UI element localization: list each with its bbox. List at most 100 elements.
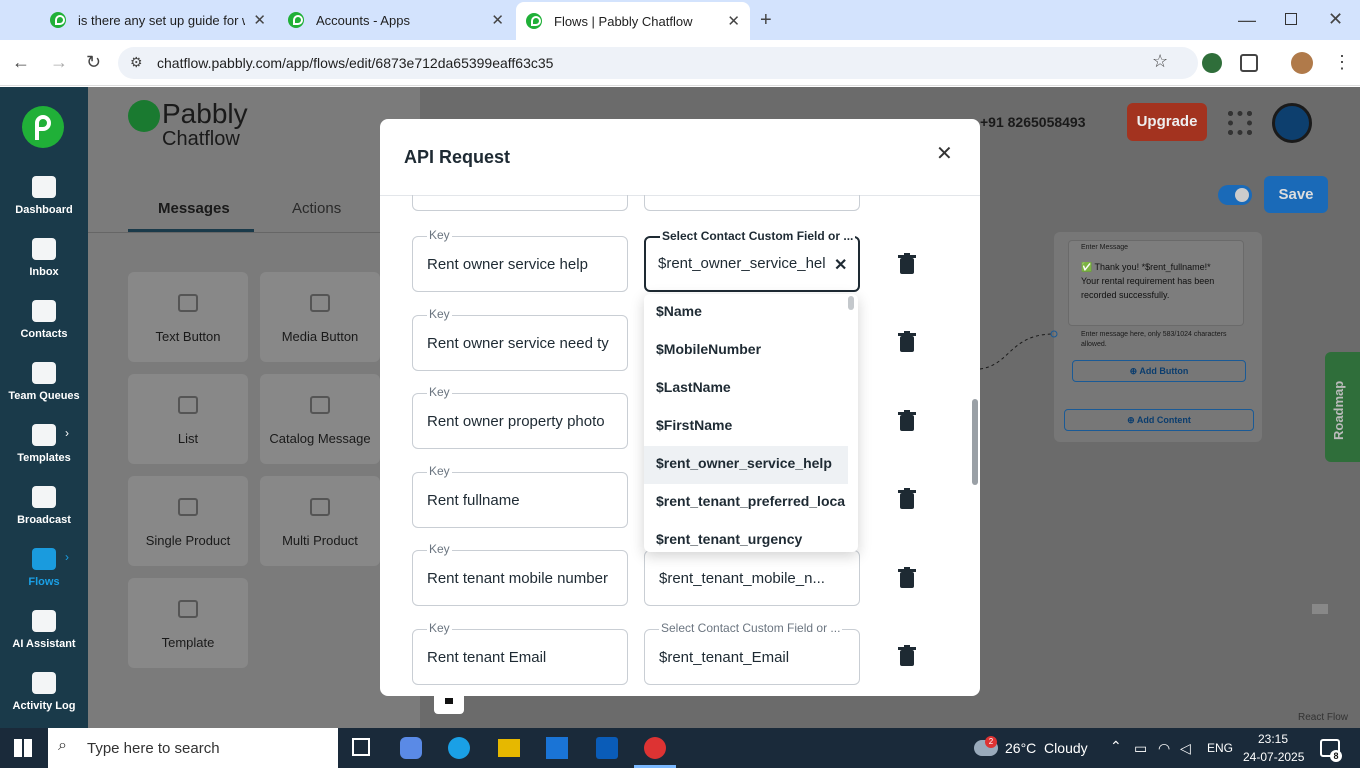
dropdown-scrollbar[interactable] [848, 296, 854, 310]
upgrade-button[interactable]: Upgrade [1127, 103, 1207, 141]
clock-time[interactable]: 23:15 [1258, 732, 1288, 746]
api-request-modal: API Request ✕ Key Rent owner service help… [380, 119, 980, 696]
weather-text[interactable]: 26°C Cloudy [1005, 740, 1088, 756]
apps-grid-icon[interactable] [1228, 111, 1252, 135]
close-icon[interactable]: ✕ [936, 141, 953, 166]
sidebar-item-flows[interactable]: Flows [0, 548, 88, 588]
trash-icon[interactable] [898, 488, 916, 510]
flow-active-toggle[interactable] [1218, 185, 1252, 205]
close-tab-icon[interactable]: ✕ [253, 11, 266, 29]
key-value: Rent owner service need ty [427, 335, 609, 352]
minimize-icon[interactable]: — [1238, 10, 1256, 31]
new-tab-icon[interactable]: + [760, 9, 772, 32]
close-tab-icon[interactable]: ✕ [727, 12, 740, 30]
tile-multi-product[interactable]: Multi Product [260, 476, 380, 566]
volume-icon[interactable]: ◁ [1180, 740, 1191, 757]
save-button[interactable]: Save [1264, 176, 1328, 213]
browser-tab-2[interactable]: Accounts - Apps ✕ [278, 4, 514, 36]
dropdown-option[interactable]: $rent_tenant_urgency [644, 522, 848, 552]
reload-icon[interactable]: ↻ [86, 52, 101, 73]
tab-title: Flows | Pabbly Chatflow [554, 13, 693, 29]
trash-icon[interactable] [898, 645, 916, 667]
windows-start-icon[interactable] [14, 739, 32, 757]
sidebar-item-inbox[interactable]: Inbox [0, 238, 88, 278]
tile-single-product[interactable]: Single Product [128, 476, 248, 566]
profile-avatar[interactable] [1291, 52, 1313, 74]
dropdown-option[interactable]: $FirstName [644, 408, 848, 446]
outlook-icon[interactable] [596, 737, 618, 759]
wifi-icon[interactable]: ◠ [1158, 740, 1170, 757]
tab-actions[interactable]: Actions [292, 200, 341, 217]
catalog-icon [310, 396, 330, 414]
value-field-focused[interactable]: Select Contact Custom Field or ... $rent_… [644, 229, 860, 292]
clock-date[interactable]: 24-07-2025 [1243, 750, 1304, 764]
key-field[interactable]: Key Rent tenant Email [412, 621, 628, 685]
tile-catalog-message[interactable]: Catalog Message [260, 374, 380, 464]
file-explorer-icon[interactable] [498, 739, 520, 757]
dropdown-option[interactable]: $MobileNumber [644, 332, 848, 370]
meet-icon[interactable]: ▭ [1134, 740, 1147, 757]
value-text: $rent_tenant_mobile_n... [659, 570, 825, 587]
sidebar-label: Contacts [20, 328, 68, 340]
value-field[interactable]: $rent_tenant_mobile_n... [644, 550, 860, 606]
clear-icon[interactable]: ✕ [834, 255, 847, 275]
sidebar-item-activity-log[interactable]: Activity Log [0, 672, 88, 712]
dropdown-option[interactable]: $Name [644, 294, 848, 332]
sidebar-item-templates[interactable]: Templates [0, 424, 88, 464]
tile-template[interactable]: Template [128, 578, 248, 668]
sidebar-item-contacts[interactable]: Contacts [0, 300, 88, 340]
edge-icon[interactable] [448, 737, 470, 759]
sidebar-item-broadcast[interactable]: Broadcast [0, 486, 88, 526]
sidebar-item-team-queues[interactable]: Team Queues [0, 362, 88, 402]
key-field[interactable]: Key Rent owner property photo [412, 385, 628, 449]
trash-icon[interactable] [898, 331, 916, 353]
power-profile-icon[interactable] [1272, 103, 1312, 143]
back-icon[interactable]: ← [12, 52, 30, 73]
restore-icon[interactable] [1285, 13, 1297, 25]
key-field[interactable]: Key Rent owner service help [412, 228, 628, 292]
forward-icon[interactable]: → [50, 52, 68, 73]
site-info-icon[interactable]: ⚙ [130, 54, 143, 71]
react-flow-attribution[interactable]: React Flow [1298, 712, 1348, 723]
tile-text-button[interactable]: Text Button [128, 272, 248, 362]
browser-menu-icon[interactable]: ⋮ [1333, 52, 1351, 73]
value-field[interactable]: Select Contact Custom Field or ... $rent_… [644, 621, 860, 685]
dropdown-option-selected[interactable]: $rent_owner_service_help [644, 446, 848, 484]
dropdown-option[interactable]: $rent_tenant_preferred_loca [644, 484, 848, 522]
trash-icon[interactable] [898, 567, 916, 589]
trash-icon[interactable] [898, 410, 916, 432]
close-tab-icon[interactable]: ✕ [491, 11, 504, 29]
language-indicator[interactable]: ENG [1207, 741, 1233, 755]
add-button[interactable]: ⊕ Add Button [1072, 360, 1246, 382]
modal-scrollbar[interactable] [972, 399, 978, 485]
url-text[interactable]: chatflow.pabbly.com/app/flows/edit/6873e… [157, 55, 553, 71]
value-field-partial[interactable] [644, 195, 860, 211]
tile-media-button[interactable]: Media Button [260, 272, 380, 362]
add-content-button[interactable]: ⊕ Add Content [1064, 409, 1254, 431]
key-field[interactable]: Key Rent tenant mobile number [412, 542, 628, 606]
sidebar-item-dashboard[interactable]: Dashboard [0, 176, 88, 216]
taskbar-search[interactable]: ⌕ Type here to search [48, 728, 338, 768]
extensions-puzzle-icon[interactable] [1240, 54, 1258, 72]
extension-icon[interactable] [1202, 53, 1222, 73]
key-field[interactable]: Key Rent fullname [412, 464, 628, 528]
key-field-partial[interactable] [412, 195, 628, 211]
sidebar-item-ai-assistant[interactable]: AI Assistant [0, 610, 88, 650]
close-window-icon[interactable]: ✕ [1328, 9, 1343, 30]
chevron-up-icon[interactable]: ⌃ [1110, 738, 1122, 755]
bookmark-star-icon[interactable]: ☆ [1152, 51, 1168, 72]
task-view-icon[interactable] [352, 738, 370, 756]
tile-list[interactable]: List [128, 374, 248, 464]
copilot-icon[interactable] [400, 737, 422, 759]
browser-tab-1[interactable]: is there any set up guide for we ✕ [40, 4, 276, 36]
team-icon [32, 362, 56, 384]
trash-icon[interactable] [898, 253, 916, 275]
tab-messages[interactable]: Messages [158, 200, 230, 217]
chrome-icon[interactable] [644, 737, 666, 759]
browser-tab-3-active[interactable]: Flows | Pabbly Chatflow ✕ [516, 2, 750, 40]
dropdown-option[interactable]: $LastName [644, 370, 848, 408]
roadmap-tab[interactable]: Roadmap [1325, 352, 1360, 462]
store-icon[interactable] [546, 737, 568, 759]
pabbly-logo-icon[interactable] [22, 106, 64, 148]
key-field[interactable]: Key Rent owner service need ty [412, 307, 628, 371]
